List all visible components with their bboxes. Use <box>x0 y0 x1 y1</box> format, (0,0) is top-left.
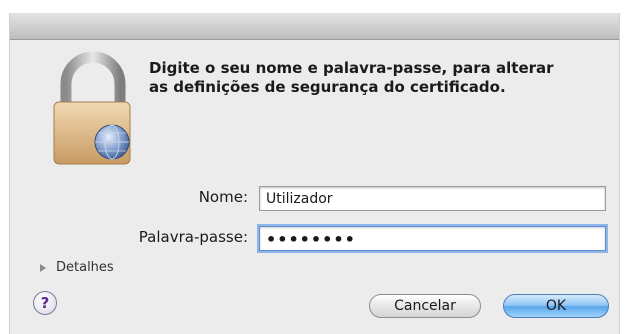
details-disclosure[interactable]: Detalhes <box>40 260 114 275</box>
authentication-dialog: Digite o seu nome e palavra-passe, para … <box>9 13 620 334</box>
name-label: Nome: <box>198 188 248 206</box>
title-bar[interactable] <box>10 13 619 40</box>
password-label: Palavra-passe: <box>138 228 248 246</box>
details-label: Detalhes <box>56 260 114 275</box>
dialog-message: Digite o seu nome e palavra-passe, para … <box>149 59 554 96</box>
ok-button[interactable]: OK <box>503 294 609 318</box>
lock-icon <box>53 51 131 165</box>
help-button[interactable]: ? <box>33 291 57 315</box>
name-field[interactable]: Utilizador <box>259 186 606 211</box>
password-field[interactable]: •••••••• <box>259 226 606 251</box>
cancel-button[interactable]: Cancelar <box>369 294 481 318</box>
disclosure-triangle-icon[interactable] <box>40 263 46 272</box>
